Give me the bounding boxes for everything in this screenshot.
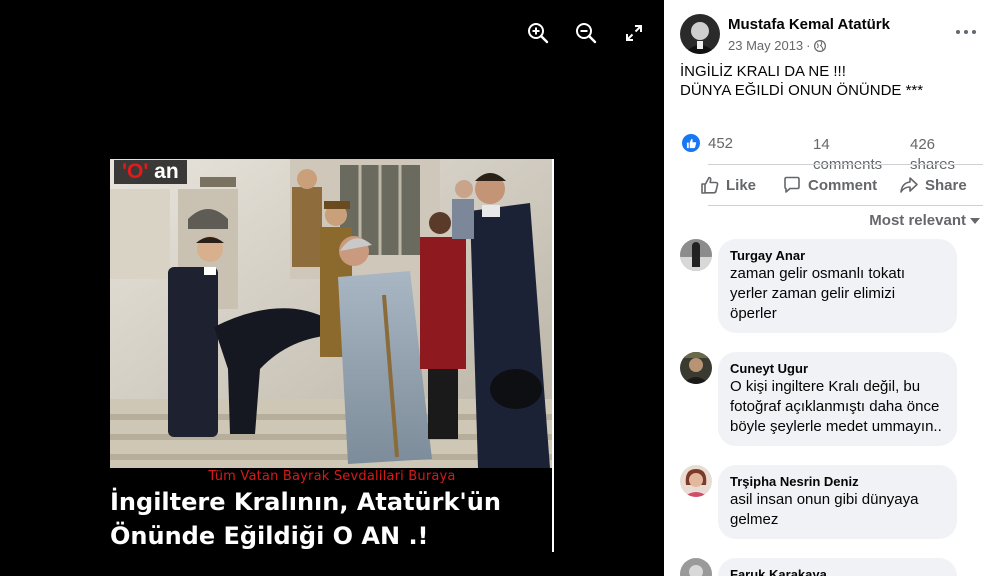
fullscreen-button[interactable]: [621, 20, 647, 46]
post-stats: 452 14 comments 426 shares: [680, 132, 980, 173]
stats-divider: [708, 164, 983, 165]
comment-text: asil insan onun gibi dünyaya gelmez: [730, 491, 919, 528]
meta-separator: ·: [806, 38, 811, 53]
post-panel: Mustafa Kemal Atatürk 23 May 2013 · İNGİ…: [664, 0, 986, 576]
post-actions: Like Comment Share: [694, 168, 984, 202]
comment-button[interactable]: Comment: [782, 168, 877, 202]
share-icon: [900, 177, 918, 193]
comment-bubble: Faruk Karakaya: [718, 558, 957, 576]
commenter-avatar-image: [680, 465, 712, 497]
zoom-out-button[interactable]: [573, 20, 599, 46]
comment-bubble: Cuneyt Ugur O kişi ingiltere Kralı değil…: [718, 352, 957, 446]
commenter-name[interactable]: Cuneyt Ugur: [730, 360, 945, 377]
share-label: Share: [925, 176, 967, 194]
comment-label: Comment: [808, 176, 878, 194]
sort-label: Most relevant: [869, 212, 966, 229]
watermark-o: 'O': [122, 160, 149, 183]
post-meta: 23 May 2013 ·: [728, 38, 826, 53]
fullscreen-icon: [626, 25, 642, 41]
more-dot-icon: [964, 30, 968, 34]
post-text: İNGİLİZ KRALI DA NE !!! DÜNYA EĞILDİ ONU…: [680, 63, 924, 99]
commenter-avatar[interactable]: [680, 465, 712, 497]
commenter-name[interactable]: Trşipha Nesrin Deniz: [730, 473, 945, 490]
post-author[interactable]: Mustafa Kemal Atatürk: [728, 16, 890, 33]
post-header: Mustafa Kemal Atatürk 23 May 2013 ·: [680, 14, 980, 58]
comment-sort-dropdown[interactable]: Most relevant: [869, 212, 980, 229]
photo-scene-illustration: [110, 159, 554, 468]
photo-watermark: 'O' an: [114, 160, 187, 184]
thumbs-up-icon: [686, 138, 696, 148]
comment-bubble: Trşipha Nesrin Deniz asil insan onun gib…: [718, 465, 957, 539]
like-icon: [701, 176, 719, 194]
more-dot-icon: [972, 30, 976, 34]
comment-text: zaman gelir osmanlı tokatı yerler zaman …: [730, 265, 906, 322]
post-photo[interactable]: 'O' an Tüm Vatan Bayrak Sevdalilari Bura…: [110, 159, 554, 552]
commenter-avatar-image: [680, 558, 712, 576]
commenter-avatar-image: [680, 352, 712, 384]
comment-bubble: Turgay Anar zaman gelir osmanlı tokatı y…: [718, 239, 957, 333]
commenter-name[interactable]: Faruk Karakaya: [730, 566, 945, 576]
more-options-button[interactable]: [956, 26, 976, 38]
comment-icon: [784, 176, 800, 193]
like-reaction-icon[interactable]: [682, 134, 700, 152]
more-dot-icon: [956, 30, 960, 34]
zoom-out-icon: [576, 23, 597, 44]
commenter-avatar[interactable]: [680, 352, 712, 384]
post-date[interactable]: 23 May 2013: [728, 38, 803, 53]
comment-text: O kişi ingiltere Kralı değil, bu fotoğra…: [730, 378, 942, 435]
zoom-in-icon: [528, 23, 549, 44]
commenter-name[interactable]: Turgay Anar: [730, 247, 945, 264]
photo-caption: İngiltere Kralının, Atatürk'ün Önünde Eğ…: [110, 488, 501, 550]
author-avatar-image: [680, 14, 720, 54]
zoom-in-button[interactable]: [525, 20, 551, 46]
commenter-avatar[interactable]: [680, 558, 712, 576]
photo-edge: [552, 159, 554, 552]
share-button[interactable]: Share: [899, 168, 967, 202]
author-avatar[interactable]: [680, 14, 720, 54]
photo-credit: Tüm Vatan Bayrak Sevdalilari Buraya: [208, 469, 456, 484]
actions-divider: [708, 205, 983, 206]
caret-down-icon: [970, 217, 980, 224]
like-count[interactable]: 452: [708, 135, 733, 152]
commenter-avatar[interactable]: [680, 239, 712, 271]
watermark-an: an: [154, 160, 179, 183]
like-button[interactable]: Like: [700, 168, 756, 202]
photo-viewer: 'O' an Tüm Vatan Bayrak Sevdalilari Bura…: [0, 0, 664, 576]
like-label: Like: [726, 176, 757, 194]
commenter-avatar-image: [680, 239, 712, 271]
globe-icon: [813, 39, 826, 52]
